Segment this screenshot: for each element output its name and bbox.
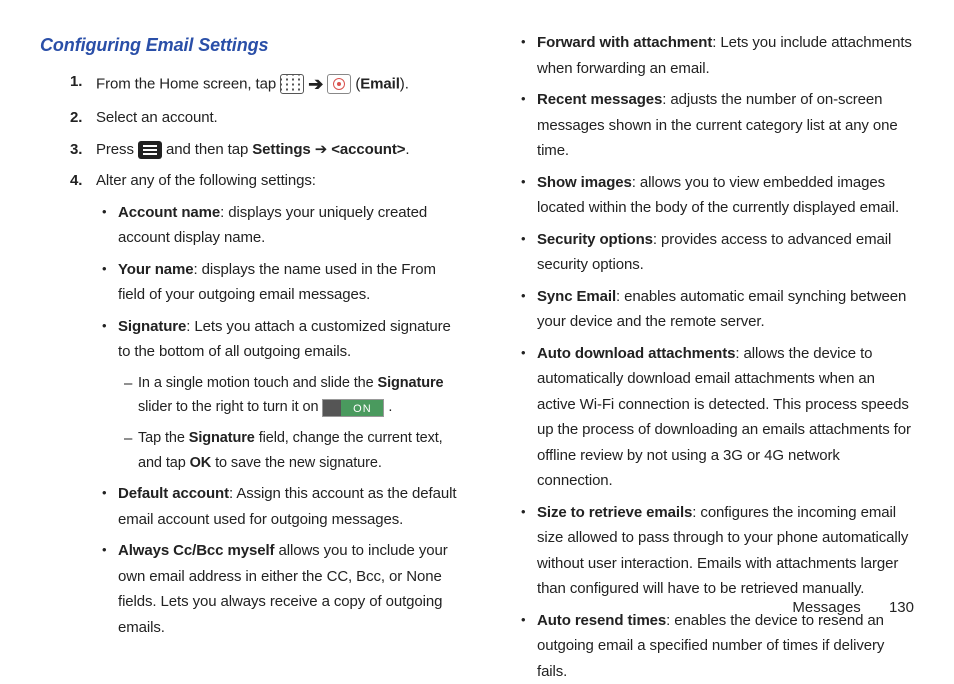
step1-text-pre: From the Home screen, tap (96, 75, 280, 92)
bullet-your-name: • Your name: displays the name used in t… (40, 257, 457, 308)
bullet-always-cc-bcc: • Always Cc/Bcc myself allows you to inc… (40, 538, 457, 640)
step1-text-end: ). (400, 75, 409, 92)
bullet-forward-attachment: • Forward with attachment: Lets you incl… (497, 30, 914, 81)
step3-mid: and then tap (166, 141, 252, 158)
step-3: 3. Press and then tap Settings ➔ <accoun… (40, 137, 457, 163)
on-switch-icon: ON (322, 399, 384, 417)
email-label: Email (360, 75, 400, 92)
step-2: 2. Select an account. (40, 105, 457, 131)
step3-end: . (405, 141, 409, 158)
page-footer: Messages 130 (792, 599, 914, 616)
bullet-auto-resend: • Auto resend times: enables the device … (497, 608, 914, 684)
dash-signature-slider: – In a single motion touch and slide the… (40, 371, 457, 420)
email-app-icon (327, 74, 351, 94)
bullet-sync-email: • Sync Email: enables automatic email sy… (497, 284, 914, 335)
footer-section: Messages (792, 599, 860, 616)
dash-signature-edit: – Tap the Signature field, change the cu… (40, 426, 457, 475)
section-heading: Configuring Email Settings (40, 30, 457, 61)
footer-page-number: 130 (889, 599, 914, 616)
step3-arrow: ➔ (311, 141, 332, 158)
menu-button-icon (138, 141, 162, 159)
bullet-default-account: • Default account: Assign this account a… (40, 481, 457, 532)
bullet-security-options: • Security options: provides access to a… (497, 227, 914, 278)
arrow-icon: ➔ (308, 74, 323, 94)
bullet-signature: • Signature: Lets you attach a customize… (40, 314, 457, 365)
apps-grid-icon (280, 74, 304, 94)
bullet-size-retrieve: • Size to retrieve emails: configures th… (497, 500, 914, 602)
bullet-recent-messages: • Recent messages: adjusts the number of… (497, 87, 914, 164)
bullet-account-name: • Account name: displays your uniquely c… (40, 200, 457, 251)
settings-label: Settings (252, 141, 310, 158)
bullet-auto-download: • Auto download attachments: allows the … (497, 341, 914, 494)
step-4: 4. Alter any of the following settings: (40, 168, 457, 194)
step3-pre: Press (96, 141, 138, 158)
account-label: <account> (331, 141, 405, 158)
step-1: 1. From the Home screen, tap ➔ (Email). (40, 69, 457, 100)
bullet-show-images: • Show images: allows you to view embedd… (497, 170, 914, 221)
